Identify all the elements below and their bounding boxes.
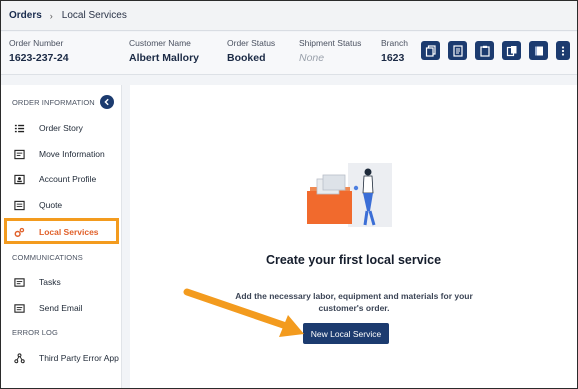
more-actions-button[interactable] xyxy=(556,41,570,60)
chevron-left-icon xyxy=(104,98,109,106)
sidebar-item-move-information[interactable]: Move Information xyxy=(1,143,122,165)
shipment-status-value: None xyxy=(299,52,325,64)
sidebar-item-quote[interactable]: Quote xyxy=(1,194,122,216)
customer-name-label: Customer Name xyxy=(129,38,191,48)
sidebar-item-label: Tasks xyxy=(39,277,61,287)
document-icon xyxy=(452,44,463,57)
sidebar-item-label: Order Story xyxy=(39,123,83,133)
sidebar-item-label: Move Information xyxy=(39,149,105,159)
customer-name-value: Albert Mallory xyxy=(129,52,200,64)
notes-icon xyxy=(534,46,543,55)
sidebar-item-label: Quote xyxy=(39,200,63,210)
more-vertical-icon xyxy=(561,45,565,56)
tasks-icon xyxy=(13,276,25,288)
branch-value: 1623 xyxy=(381,52,405,64)
sidebar-item-label: Third Party Error App xyxy=(39,353,119,363)
sidebar-item-label: Account Profile xyxy=(39,174,97,184)
order-number-field: Order Number 1623-237-24 xyxy=(9,38,69,64)
empty-state-illustration xyxy=(307,163,392,227)
empty-state-description: Add the necessary labor, equipment and m… xyxy=(235,291,473,313)
clipboard-button[interactable] xyxy=(475,41,494,60)
section-error-log: ERROR LOG xyxy=(12,328,58,337)
account-icon xyxy=(13,173,25,185)
main-content: Create your first local service Add the … xyxy=(130,85,577,388)
duplicate-icon xyxy=(506,45,516,56)
shipment-status-label: Shipment Status xyxy=(299,38,362,48)
sidebar-item-third-party-error-app[interactable]: Third Party Error App xyxy=(1,347,122,369)
breadcrumb-current: Local Services xyxy=(61,10,127,21)
breadcrumb: Orders › Local Services xyxy=(1,1,577,31)
sidebar-item-order-story[interactable]: Order Story xyxy=(1,117,122,139)
sidebar-item-tasks[interactable]: Tasks xyxy=(1,271,122,293)
breadcrumb-orders-link[interactable]: Orders xyxy=(9,10,42,21)
notes-button[interactable] xyxy=(529,41,548,60)
copy-icon xyxy=(425,44,436,57)
order-status-label: Order Status xyxy=(227,38,276,48)
order-header: Order Number 1623-237-24 Customer Name A… xyxy=(1,32,577,75)
app-frame: Orders › Local Services Order Number 162… xyxy=(0,0,578,389)
sidebar-item-label: Send Email xyxy=(39,303,83,313)
active-item-highlight xyxy=(4,218,119,244)
quote-icon xyxy=(13,199,25,211)
empty-state-title: Create your first local service xyxy=(265,253,442,267)
shipment-status-field: Shipment Status None xyxy=(299,38,361,64)
new-local-service-button[interactable]: New Local Service xyxy=(303,323,389,344)
sidebar-item-account-profile[interactable]: Account Profile xyxy=(1,168,122,190)
sidebar-item-send-email[interactable]: Send Email xyxy=(1,297,122,319)
order-status-value: Booked xyxy=(227,52,266,64)
move-info-icon xyxy=(13,148,25,160)
clipboard-icon xyxy=(479,45,490,57)
order-number-label: Order Number xyxy=(9,38,64,48)
collapse-sidebar-button[interactable] xyxy=(100,95,114,109)
branch-field: Branch 1623 xyxy=(381,38,408,64)
branch-label: Branch xyxy=(381,38,408,48)
document-button[interactable] xyxy=(448,41,467,60)
order-status-field: Order Status Booked xyxy=(227,38,275,64)
email-icon xyxy=(13,302,25,314)
section-order-information: ORDER INFORMATION xyxy=(12,98,95,107)
list-icon xyxy=(13,122,25,134)
copy-button[interactable] xyxy=(421,41,440,60)
duplicate-button[interactable] xyxy=(502,41,521,60)
network-icon xyxy=(13,352,25,364)
section-communications: COMMUNICATIONS xyxy=(12,253,83,262)
order-number-value: 1623-237-24 xyxy=(9,52,69,64)
customer-name-field: Customer Name Albert Mallory xyxy=(129,38,199,64)
breadcrumb-separator-icon: › xyxy=(49,10,53,21)
